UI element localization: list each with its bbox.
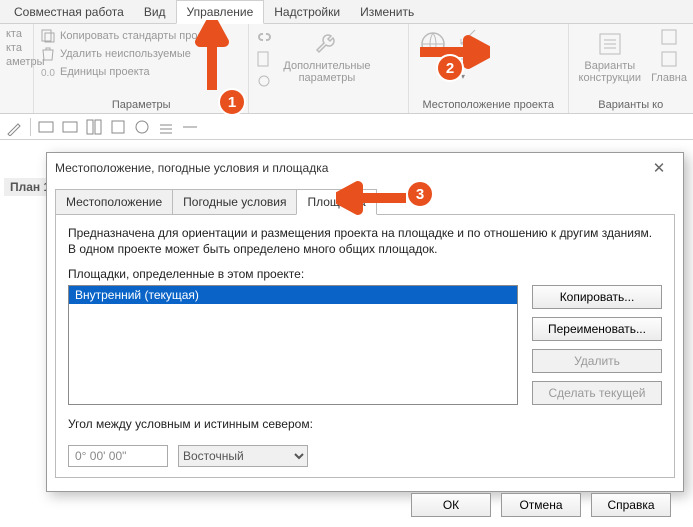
- ribbon-body: кта кта аметры Копировать стандарты прое…: [0, 24, 693, 114]
- qt-icon-2[interactable]: [61, 118, 79, 136]
- angle-label: Угол между условным и истинным севером:: [68, 417, 662, 431]
- ribbon-tab-manage[interactable]: Управление: [176, 0, 265, 24]
- units-icon: 0.0: [40, 64, 56, 80]
- location-dialog: Местоположение, погодные условия и площа…: [46, 152, 684, 492]
- additional-params-button[interactable]: Дополнительные параметры: [279, 28, 374, 86]
- delete-button: Удалить: [532, 349, 662, 373]
- rename-button[interactable]: Переименовать...: [532, 317, 662, 341]
- dialog-titlebar: Местоположение, погодные условия и площа…: [47, 153, 683, 183]
- sites-list-label: Площадки, определенные в этом проекте:: [68, 267, 662, 281]
- list-options-icon: [596, 30, 624, 58]
- variant-pick-icon[interactable]: [660, 50, 678, 68]
- ribbon-tab-collab[interactable]: Совместная работа: [4, 1, 134, 23]
- plug-icon[interactable]: [255, 72, 273, 90]
- ribbon-group-extra: Дополнительные параметры: [249, 24, 409, 113]
- wrench-icon: [313, 30, 341, 58]
- ribbon-group-location: ▾ ▾ Местоположение проекта: [409, 24, 569, 113]
- ribbon-group-label-parameters: Параметры: [40, 97, 242, 111]
- ribbon-group-trunc-left: кта кта аметры: [0, 24, 34, 113]
- ok-button[interactable]: ОК: [411, 493, 491, 517]
- ribbon-item-trunc-2[interactable]: кта: [6, 42, 27, 54]
- site-buttons: Копировать... Переименовать... Удалить С…: [532, 285, 662, 405]
- qt-icon-7[interactable]: [181, 118, 199, 136]
- chain-icon[interactable]: [255, 28, 273, 46]
- angle-input[interactable]: [68, 445, 168, 467]
- close-icon[interactable]: ✕: [643, 159, 675, 177]
- qt-icon-4[interactable]: [109, 118, 127, 136]
- coords-icon[interactable]: ▾: [459, 28, 477, 46]
- angle-direction-select[interactable]: Восточный: [178, 445, 308, 467]
- trash-icon: [40, 46, 56, 62]
- ribbon-group-label-variants: Варианты ко: [575, 97, 687, 111]
- cancel-button[interactable]: Отмена: [501, 493, 581, 517]
- ribbon-item-label: Копировать стандарты проекта: [60, 30, 220, 42]
- quick-toolbar: [0, 114, 693, 140]
- location-globe-button[interactable]: [415, 28, 451, 68]
- ribbon-item-label: Удалить неиспользуемые: [60, 48, 191, 60]
- ribbon-tab-modify[interactable]: Изменить: [350, 1, 424, 23]
- dialog-title: Местоположение, погодные условия и площа…: [55, 161, 328, 175]
- globe-icon: [419, 30, 447, 58]
- site-item[interactable]: Внутренний (текущая): [69, 286, 517, 304]
- ribbon-group-variants: Варианты конструкции Главна Варианты ко: [569, 24, 693, 113]
- qt-icon-3[interactable]: [85, 118, 103, 136]
- ribbon-tab-addins[interactable]: Надстройки: [264, 1, 350, 23]
- ribbon-group-parameters: Копировать стандарты проекта Удалить неи…: [34, 24, 249, 113]
- tab-location[interactable]: Местоположение: [55, 189, 173, 215]
- extra-icon-stack: [255, 28, 273, 90]
- design-options-button[interactable]: Варианты конструкции: [575, 28, 646, 86]
- ribbon-item-trunc-1[interactable]: кта: [6, 28, 27, 40]
- position-icon[interactable]: ▾: [459, 50, 477, 68]
- additional-params-label: Дополнительные параметры: [283, 60, 370, 84]
- variants-icon-stack: Главна: [651, 28, 687, 86]
- ribbon-item-label: Единицы проекта: [60, 66, 150, 78]
- dialog-buttons: ОК Отмена Справка: [47, 487, 683, 527]
- ribbon-item-copy-standards[interactable]: Копировать стандарты проекта: [40, 28, 242, 44]
- qt-modify-icon[interactable]: [6, 118, 24, 136]
- qt-icon-6[interactable]: [157, 118, 175, 136]
- help-button[interactable]: Справка: [591, 493, 671, 517]
- ribbon-item-trunc-3[interactable]: аметры: [6, 56, 27, 68]
- site-description: Предназначена для ориентации и размещени…: [68, 225, 662, 257]
- tab-weather[interactable]: Погодные условия: [172, 189, 297, 215]
- qt-icon-5[interactable]: [133, 118, 151, 136]
- svg-text:0.0: 0.0: [41, 68, 55, 79]
- copy-icon: [40, 28, 56, 44]
- ribbon-group-label-empty: [6, 109, 27, 111]
- site-tab-panel: Предназначена для ориентации и размещени…: [55, 214, 675, 478]
- ribbon-item-project-units[interactable]: 0.0 Единицы проекта: [40, 64, 242, 80]
- ribbon-group-label-location: Местоположение проекта: [415, 97, 562, 111]
- dialog-tabs: Местоположение Погодные условия Площадка: [55, 189, 675, 215]
- qt-icon-1[interactable]: [37, 118, 55, 136]
- copy-button[interactable]: Копировать...: [532, 285, 662, 309]
- make-current-button: Сделать текущей: [532, 381, 662, 405]
- variant-add-icon[interactable]: [660, 28, 678, 46]
- variant-main-label[interactable]: Главна: [651, 72, 687, 84]
- ribbon-item-delete-unused[interactable]: Удалить неиспользуемые: [40, 46, 242, 62]
- ribbon-tab-view[interactable]: Вид: [134, 1, 176, 23]
- sites-listbox[interactable]: Внутренний (текущая): [68, 285, 518, 405]
- ribbon-tabs: Совместная работа Вид Управление Надстро…: [0, 0, 693, 24]
- location-icon-stack: ▾ ▾: [459, 28, 477, 68]
- doc-icon[interactable]: [255, 50, 273, 68]
- design-options-label: Варианты конструкции: [579, 60, 642, 84]
- tab-site[interactable]: Площадка: [296, 189, 376, 215]
- ribbon-group-label-extra: [255, 109, 402, 111]
